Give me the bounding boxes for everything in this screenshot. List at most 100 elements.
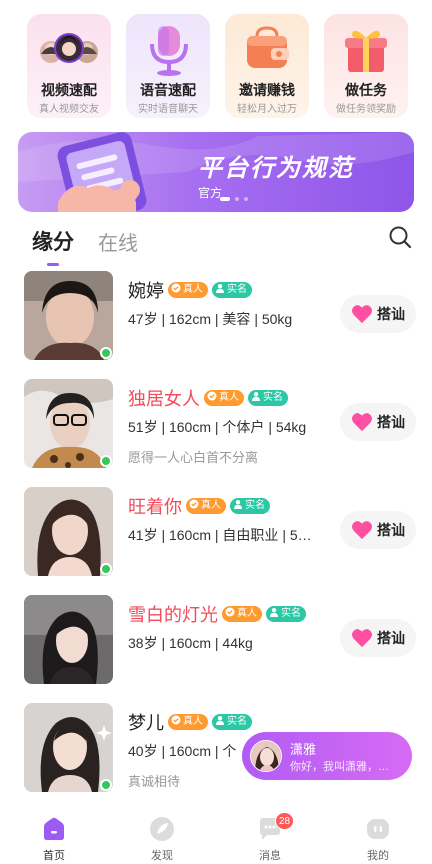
verified-badge-label: 实名 (227, 284, 247, 296)
banner-subtitle: 官方 (198, 186, 223, 200)
greet-label: 搭讪 (377, 522, 405, 538)
verified-badge: 实名 (212, 282, 252, 299)
tab-fate[interactable]: 缘分 (32, 226, 74, 266)
profile-icon (367, 819, 389, 839)
promo-banner[interactable]: 平台行为规范 官方 (18, 132, 414, 212)
message-preview: 你好，我叫潇雅，… (290, 761, 389, 773)
user-name: 梦儿 真人 实名 (128, 709, 252, 735)
user-name-text: 梦儿 (128, 713, 164, 733)
heart-icon (352, 305, 372, 324)
user-info: 51岁 | 160cm | 个体户 | 54kg (128, 419, 307, 435)
user-name: 雪白的灯光 真人 实名 (128, 601, 306, 627)
online-indicator (100, 347, 112, 359)
online-indicator (100, 455, 112, 467)
list-item[interactable]: 雪白的灯光 真人 实名 38岁 | 160cm | 44kg 搭讪 (24, 595, 416, 685)
search-icon[interactable] (388, 225, 412, 249)
avatar[interactable] (24, 379, 113, 468)
nav-home[interactable]: 首页 (0, 804, 108, 864)
invite-earn-card[interactable]: 邀请赚钱 轻松月入过万 (225, 14, 309, 118)
verified-badge: 实名 (248, 390, 288, 407)
verified-badge: 实名 (266, 606, 306, 623)
verified-badge: 实名 (230, 498, 270, 515)
quick-action-title: 视频速配 (41, 82, 97, 98)
user-signature: 愿得一人心白首不分离 (128, 450, 259, 465)
real-badge-label: 真人 (237, 608, 257, 620)
unread-count-badge: 28 (275, 812, 295, 830)
real-badge-label: 真人 (183, 716, 203, 728)
verified-badge-label: 实名 (263, 392, 283, 404)
avatar[interactable] (24, 595, 113, 684)
check-shield-icon (207, 391, 217, 401)
greet-label: 搭讪 (377, 414, 405, 430)
heart-icon (352, 629, 372, 648)
bottom-nav: 首页 发现 28 消息 我的 (0, 804, 432, 864)
greet-label: 搭讪 (377, 306, 405, 322)
nav-label: 我的 (367, 850, 389, 862)
list-item[interactable]: 婉婷 真人 实名 47岁 | 162cm | 美容 | 50kg 搭讪 (24, 271, 416, 361)
verified-badge-label: 实名 (281, 608, 301, 620)
quick-action-subtitle: 做任务领奖励 (336, 104, 396, 115)
user-name-text: 婉婷 (128, 281, 164, 301)
quick-action-subtitle: 真人视频交友 (39, 104, 99, 115)
quick-action-subtitle: 实时语音聊天 (138, 104, 198, 115)
avatar[interactable] (24, 487, 113, 576)
user-info: 38岁 | 160cm | 44kg (128, 635, 253, 651)
greet-button[interactable]: 搭讪 (340, 619, 416, 657)
user-info: 47岁 | 162cm | 美容 | 50kg (128, 311, 293, 327)
greet-button[interactable]: 搭讪 (340, 403, 416, 441)
microphone-icon (150, 26, 188, 76)
quick-action-title: 语音速配 (140, 82, 196, 98)
user-name-text: 雪白的灯光 (128, 605, 218, 625)
real-person-badge: 真人 (222, 606, 262, 623)
wallet-icon (247, 26, 289, 68)
gift-box-icon (345, 30, 387, 72)
tasks-card[interactable]: 做任务 做任务领奖励 (324, 14, 408, 118)
real-badge-label: 真人 (219, 392, 239, 404)
person-icon (216, 716, 224, 726)
person-icon (216, 284, 224, 294)
check-shield-icon (225, 607, 235, 617)
user-name: 旺着你 真人 实名 (128, 493, 270, 519)
discover-icon (150, 817, 174, 841)
greet-button[interactable]: 搭讪 (340, 511, 416, 549)
quick-action-title: 邀请赚钱 (239, 82, 295, 98)
user-info: 41岁 | 160cm | 自由职业 | 5… (128, 527, 312, 543)
greet-button[interactable]: 搭讪 (340, 295, 416, 333)
quick-action-title: 做任务 (345, 82, 387, 98)
nav-label: 首页 (43, 850, 65, 862)
real-badge-label: 真人 (183, 284, 203, 296)
user-name-text: 独居女人 (128, 389, 200, 409)
message-sender: 潇雅 (290, 742, 317, 757)
verified-badge-label: 实名 (227, 716, 247, 728)
video-match-card[interactable]: 视频速配 真人视频交友 (27, 14, 111, 118)
person-icon (270, 608, 278, 618)
check-shield-icon (171, 715, 181, 725)
nav-messages[interactable]: 28 消息 (216, 804, 324, 864)
nav-label: 消息 (259, 850, 281, 862)
home-icon (44, 817, 64, 840)
person-icon (252, 392, 260, 402)
nav-label: 发现 (151, 850, 173, 862)
verified-badge-label: 实名 (245, 500, 265, 512)
verified-badge: 实名 (212, 714, 252, 731)
user-name: 独居女人 真人 实名 (128, 385, 288, 411)
floating-message[interactable]: 潇雅 你好，我叫潇雅，… (242, 732, 412, 780)
quick-actions: 视频速配 真人视频交友 语音速配 实时语音聊天 邀请赚钱 轻松月入过万 做任务 … (27, 14, 408, 118)
voice-match-card[interactable]: 语音速配 实时语音聊天 (126, 14, 210, 118)
person-icon (234, 500, 242, 510)
online-indicator (100, 779, 112, 791)
real-person-badge: 真人 (204, 390, 244, 407)
nav-profile[interactable]: 我的 (324, 804, 432, 864)
quick-action-subtitle: 轻松月入过万 (237, 104, 297, 115)
user-name-text: 旺着你 (128, 497, 182, 517)
video-match-icon (40, 33, 98, 63)
heart-icon (352, 521, 372, 540)
list-item[interactable]: 旺着你 真人 实名 41岁 | 160cm | 自由职业 | 5… 搭讪 (24, 487, 416, 577)
list-item[interactable]: 独居女人 真人 实名 51岁 | 160cm | 个体户 | 54kg 愿得一人心白… (24, 379, 416, 469)
avatar[interactable] (24, 703, 113, 792)
tab-online[interactable]: 在线 (98, 227, 138, 256)
nav-discover[interactable]: 发现 (108, 804, 216, 864)
real-person-badge: 真人 (168, 282, 208, 299)
avatar[interactable] (24, 271, 113, 360)
banner-title: 平台行为规范 (198, 155, 354, 182)
